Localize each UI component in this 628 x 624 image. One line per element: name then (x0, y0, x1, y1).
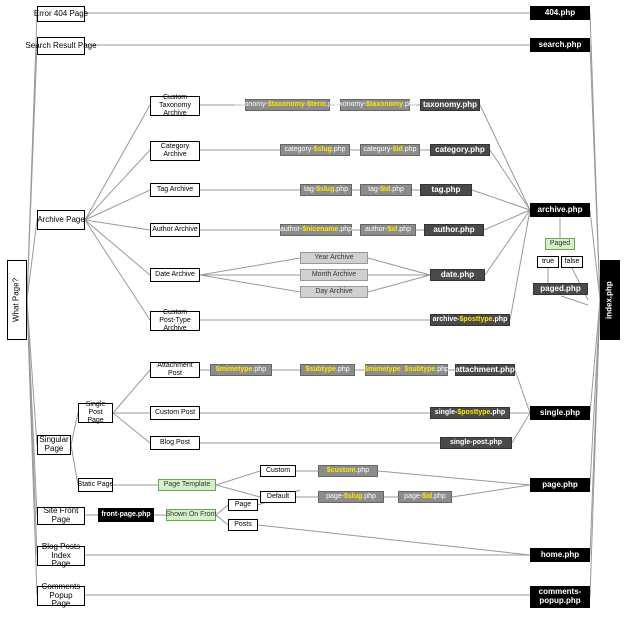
archive-date-month: Month Archive (300, 269, 368, 281)
tpl-taxonomy: taxonomy.php (420, 99, 480, 111)
tpl-paged: paged.php (533, 283, 588, 295)
single-custom: Custom Post (150, 406, 200, 420)
page-archive: Archive Page (37, 210, 85, 230)
tpl-author: author.php (424, 224, 484, 236)
static-page-slug: page-$slug.php (318, 491, 384, 503)
archive-date: Date Archive (150, 268, 200, 282)
root-what-page: What Page? (7, 260, 27, 340)
single-custom-n1: single-$posttype.php (430, 407, 510, 419)
archive-author-n2: author-$id.php (360, 224, 416, 236)
tpl-search: search.php (530, 38, 590, 52)
archive-tag-n1: tag-$slug.php (300, 184, 352, 196)
static-page-template: Page Template (158, 479, 216, 491)
tplование front-page: front-page.php (98, 508, 154, 522)
archive-author: Author Archive (150, 223, 200, 237)
archive-tax-n1: taxonomy-$taxonomy-$term.php (245, 99, 330, 111)
page-search: Search Result Page (37, 37, 85, 55)
tpl-attachment: attachment.php (455, 364, 515, 376)
tpl-home: home.php (530, 548, 590, 562)
archive-cpt: Custom Post-Type Archive (150, 311, 200, 331)
archive-tag-n2: tag-$id.php (360, 184, 412, 196)
static-page-id: page-$id.php (398, 491, 452, 503)
archive-tax-n2: taxonomy-$taxonomy.php (340, 99, 410, 111)
archive-paged-false: false (561, 256, 583, 268)
archive-paged-true: true (537, 256, 559, 268)
tpl-page: page.php (530, 478, 590, 492)
tpl-category: category.php (430, 144, 490, 156)
static-custom-tpl: $custom.php (318, 465, 378, 477)
archive-cat: Category Archive (150, 141, 200, 161)
static-custom-label: Custom (260, 465, 296, 477)
archive-tag: Tag Archive (150, 183, 200, 197)
page-comments-popup: Comments Popup Page (37, 586, 85, 606)
front-posts-branch: Posts (228, 519, 258, 531)
archive-date-year: Year Archive (300, 252, 368, 264)
tpl-404: 404.php (530, 6, 590, 20)
attachment-n3: $mimetype_$subtype.php (365, 364, 448, 376)
archive-author-n1: author-$nicename.php (280, 224, 352, 236)
archive-cat-n1: category-$slug.php (280, 144, 350, 156)
page-site-front: Site Front Page (37, 507, 85, 525)
single-blog: Blog Post (150, 436, 200, 450)
tpl-archive: archive.php (530, 203, 590, 217)
archive-tax: Custom Taxonomy Archive (150, 96, 200, 116)
archive-paged-decision: Paged (545, 238, 575, 250)
connectors (0, 0, 628, 624)
front-shown-on-front: Shown On Front (166, 509, 216, 521)
page-singular: Singular Page (37, 435, 71, 455)
archive-cpt-n1: archive-$posttype.php (430, 314, 510, 326)
tpl-tag: tag.php (420, 184, 472, 196)
static-default-label: Default (260, 491, 296, 503)
tpl-index: index.php (600, 260, 620, 340)
single-attachment: Attachment Post (150, 362, 200, 378)
page-single-post: Single Post Page (78, 403, 113, 423)
archive-cat-n2: category-$id.php (360, 144, 420, 156)
page-home: Blog Posts Index Page (37, 546, 85, 566)
tpl-date: date.php (430, 269, 485, 281)
attachment-n1: $mimetype.php (210, 364, 272, 376)
tpl-comments-popup: comments-popup.php (530, 586, 590, 608)
attachment-n2: $subtype.php (300, 364, 355, 376)
tpl-single: single.php (530, 406, 590, 420)
page-static: Static Page (78, 478, 113, 492)
front-page-branch: Page (228, 499, 258, 511)
archive-date-day: Day Archive (300, 286, 368, 298)
page-404: Error 404 Page (37, 6, 85, 22)
tpl-single-post: single-post.php (440, 437, 512, 449)
